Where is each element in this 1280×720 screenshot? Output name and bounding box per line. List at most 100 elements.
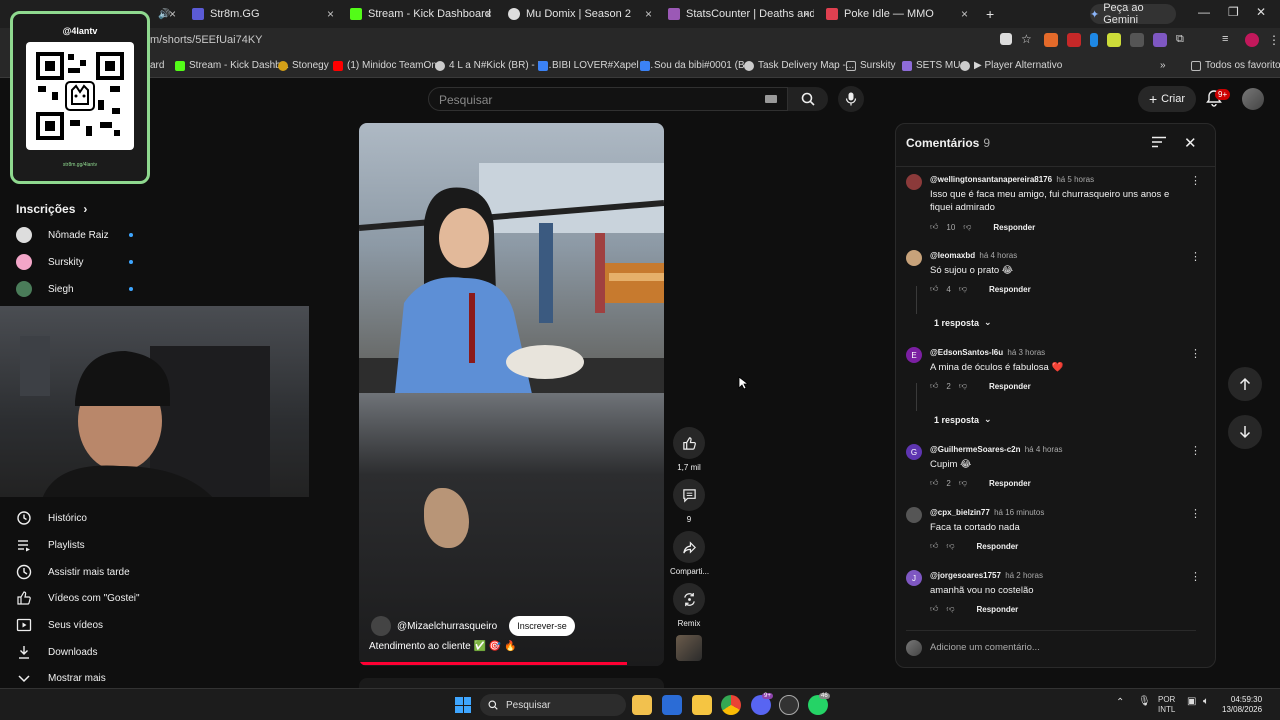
tab-5[interactable]: Poke Idle — MMO × <box>818 3 972 25</box>
reply-button[interactable]: Responder <box>989 382 1031 391</box>
chrome-icon[interactable] <box>721 695 741 715</box>
dislike-icon[interactable]: 👎︎ <box>963 222 971 232</box>
sidebar-sub-item-1[interactable]: Surskity <box>16 254 84 270</box>
comment-menu-icon[interactable]: ⋮ <box>1190 347 1201 360</box>
bookmark-item[interactable]: BIBI LOVER#Xapel (... <box>538 60 653 71</box>
language-indicator[interactable]: POR INTL <box>1158 695 1175 715</box>
volume-icon[interactable]: 🔈︎ <box>1203 697 1209 707</box>
extension-icon[interactable] <box>1044 33 1058 47</box>
add-comment-field[interactable]: Adicione um comentário... <box>906 630 1196 656</box>
like-icon[interactable]: 👍︎ <box>930 604 938 614</box>
dislike-icon[interactable]: 👎︎ <box>959 478 967 488</box>
comment-author[interactable]: @jorgesoares1757 <box>930 571 1001 580</box>
like-icon[interactable]: 👍︎ <box>930 541 938 551</box>
sidebar-item-your-videos[interactable]: Seus vídeos <box>16 617 103 633</box>
extension-icon[interactable] <box>1199 33 1213 47</box>
comments-button[interactable] <box>673 479 705 511</box>
share-action[interactable]: Comparti... <box>670 531 709 576</box>
commenter-avatar[interactable] <box>906 250 922 266</box>
reply-button[interactable]: Responder <box>989 285 1031 294</box>
bookmark-item[interactable]: Task Delivery Map -... <box>744 60 854 71</box>
comment-author[interactable]: @GuilhermeSoares-c2n <box>930 445 1021 454</box>
view-replies-button[interactable]: 1 resposta ⌄ <box>934 414 992 425</box>
comment-author[interactable]: @wellingtonsantanapereira8176 <box>930 175 1052 184</box>
tab-2[interactable]: Stream - Kick Dashboard × <box>342 3 496 25</box>
commenter-avatar[interactable] <box>906 174 922 190</box>
extension-icon[interactable] <box>1067 33 1081 47</box>
like-action[interactable]: 1,7 mil <box>670 427 708 472</box>
like-icon[interactable]: 👍︎ <box>930 222 938 232</box>
search-input[interactable]: Pesquisar <box>428 87 788 111</box>
create-button[interactable]: + Criar <box>1138 86 1196 112</box>
bookmark-item[interactable]: Sou da bibi#0001 (B... <box>640 60 753 71</box>
playback-progress-bar[interactable] <box>359 662 628 665</box>
comment-menu-icon[interactable]: ⋮ <box>1190 444 1201 457</box>
comment-author[interactable]: @cpx_bielzin77 <box>930 508 990 517</box>
close-icon[interactable]: × <box>961 7 968 21</box>
audio-source-thumbnail[interactable] <box>676 635 702 661</box>
microphone-icon[interactable]: 🎙︎ <box>1138 697 1151 707</box>
bookmark-item[interactable]: ard <box>150 60 164 71</box>
windows-start-icon[interactable] <box>455 697 471 713</box>
sidebar-sub-item-2[interactable]: Siegh <box>16 281 74 297</box>
tab-active-partial[interactable]: 🔊 × <box>150 3 180 25</box>
taskbar-clock[interactable]: 04:59:30 13/08/2026 <box>1222 695 1262 715</box>
close-icon[interactable]: × <box>327 7 334 21</box>
dislike-icon[interactable]: 👎︎ <box>946 604 954 614</box>
voice-search-button[interactable] <box>838 86 864 112</box>
taskbar-search[interactable]: Pesquisar <box>480 694 626 716</box>
commenter-avatar[interactable]: G <box>906 444 922 460</box>
comment-menu-icon[interactable]: ⋮ <box>1190 250 1201 263</box>
dislike-icon[interactable]: 👎︎ <box>959 381 967 391</box>
tray-chevron-up-icon[interactable]: ⌃ <box>1116 698 1124 708</box>
subscribe-button[interactable]: Inscrever-se <box>509 616 575 636</box>
kebab-menu-icon[interactable]: ⋮ <box>1268 33 1280 47</box>
comment-menu-icon[interactable]: ⋮ <box>1190 570 1201 583</box>
close-icon[interactable]: × <box>645 7 652 21</box>
bookmark-item[interactable]: Stream - Kick Dashb... <box>175 60 289 71</box>
channel-name[interactable]: @Mizaelchurrasqueiro <box>397 621 497 632</box>
dislike-icon[interactable]: 👎︎ <box>959 284 967 294</box>
remix-action[interactable]: Remix <box>670 583 708 628</box>
share-button[interactable] <box>673 531 705 563</box>
bookmark-item[interactable]: Surskity <box>846 60 896 71</box>
extension-icon[interactable] <box>1130 33 1144 47</box>
like-button[interactable] <box>673 427 705 459</box>
channel-avatar[interactable] <box>371 616 391 636</box>
sidebar-item-watch-later[interactable]: Assistir mais tarde <box>16 564 130 580</box>
screen-capture-icon[interactable] <box>1000 33 1012 45</box>
like-icon[interactable]: 👍︎ <box>930 478 938 488</box>
all-favorites-button[interactable]: Todos os favoritos <box>1191 60 1280 71</box>
new-tab-button[interactable]: + <box>978 3 1002 25</box>
reply-button[interactable]: Responder <box>989 479 1031 488</box>
widgets-icon[interactable] <box>632 695 652 715</box>
remix-button[interactable] <box>673 583 705 615</box>
comment-menu-icon[interactable]: ⋮ <box>1190 174 1201 187</box>
reply-button[interactable]: Responder <box>993 223 1035 232</box>
comment-author[interactable]: @EdsonSantos-l6u <box>930 348 1003 357</box>
close-icon[interactable]: × <box>485 7 492 21</box>
sidebar-sub-item-0[interactable]: Nômade Raiz <box>16 227 109 243</box>
sidebar-item-downloads[interactable]: Downloads <box>16 644 97 660</box>
comment-author[interactable]: @leomaxbd <box>930 251 975 260</box>
previous-short-button[interactable] <box>1228 367 1262 401</box>
steam-icon[interactable] <box>779 695 799 715</box>
keyboard-icon[interactable] <box>765 95 777 103</box>
comments-action[interactable]: 9 <box>670 479 708 524</box>
dislike-icon[interactable]: 👎︎ <box>946 541 954 551</box>
commenter-avatar[interactable] <box>906 507 922 523</box>
extension-icon[interactable] <box>1153 33 1167 47</box>
maximize-icon[interactable]: ❐ <box>1228 5 1239 19</box>
like-icon[interactable]: 👍︎ <box>930 284 938 294</box>
gemini-button[interactable]: ✦ Peça ao Gemini <box>1090 2 1176 26</box>
bookmark-item[interactable]: Stonegy <box>278 60 329 71</box>
bookmark-item[interactable]: ▶ Player Alternativo <box>960 60 1062 71</box>
tab-1[interactable]: Str8m.GG × <box>184 3 338 25</box>
sidebar-item-playlists[interactable]: Playlists <box>16 537 85 553</box>
commenter-avatar[interactable]: E <box>906 347 922 363</box>
shorts-video-player[interactable]: @Mizaelchurrasqueiro Inscrever-se Atendi… <box>359 123 664 666</box>
close-icon[interactable]: × <box>169 7 176 21</box>
bookmark-item[interactable]: SETS MU <box>902 60 960 71</box>
reply-button[interactable]: Responder <box>977 542 1019 551</box>
next-short-button[interactable] <box>1228 415 1262 449</box>
